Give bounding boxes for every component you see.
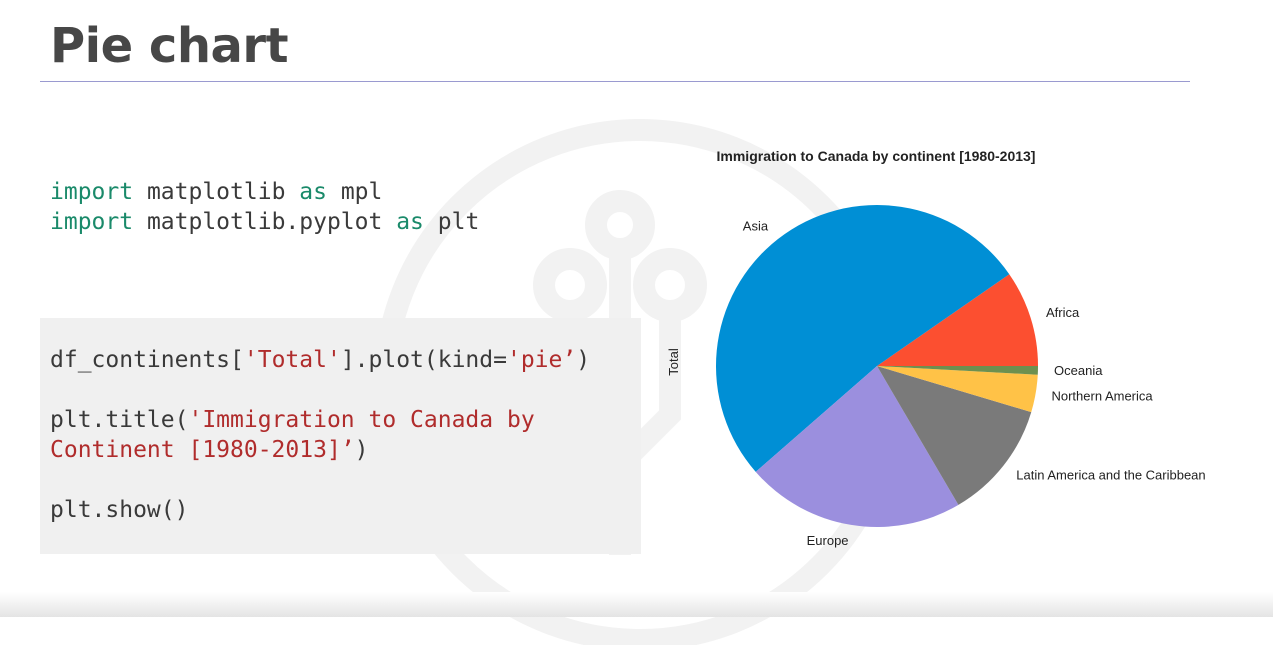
bottom-edge bbox=[0, 592, 1273, 617]
page-title: Pie chart bbox=[50, 18, 289, 74]
plot-code-block: df_continents['Total'].plot(kind='pie’) … bbox=[40, 318, 641, 554]
slice-label: Europe bbox=[807, 533, 849, 548]
y-axis-label: Total bbox=[666, 348, 681, 376]
code-line-show: plt.show() bbox=[50, 495, 188, 525]
code-line-title-1: plt.title('Immigration to Canada by bbox=[50, 405, 535, 435]
code-token: 'pie’ bbox=[506, 347, 577, 373]
code-token: mpl bbox=[326, 179, 383, 205]
import-code-block: import matplotlib as mpl import matplotli… bbox=[50, 177, 479, 237]
slice-label: Northern America bbox=[1051, 388, 1153, 403]
slice-label: Asia bbox=[743, 218, 769, 233]
code-token: plt.title( bbox=[50, 407, 189, 433]
code-line-plot: df_continents['Total'].plot(kind='pie’) bbox=[50, 345, 590, 375]
pie-chart: Immigration to Canada by continent [1980… bbox=[666, 148, 1206, 548]
code-token: Continent [1980-2013]’ bbox=[50, 437, 355, 463]
code-token: 'Total' bbox=[243, 347, 341, 373]
slice-label: Latin America and the Caribbean bbox=[1016, 467, 1205, 482]
code-token: ].plot(kind= bbox=[340, 347, 507, 373]
slice-label: Oceania bbox=[1054, 363, 1103, 378]
code-token: ) bbox=[576, 347, 591, 373]
chart-title: Immigration to Canada by continent [1980… bbox=[717, 148, 1036, 164]
code-token: plt.show() bbox=[50, 497, 189, 523]
code-token: as bbox=[299, 179, 327, 205]
code-token: df_continents[ bbox=[50, 347, 244, 373]
code-token: import bbox=[50, 179, 134, 205]
slice-label: Africa bbox=[1046, 305, 1080, 320]
code-token: matplotlib.pyplot bbox=[133, 209, 397, 235]
code-token: import bbox=[50, 209, 134, 235]
code-line-import: import matplotlib as mpl bbox=[50, 177, 479, 207]
code-line-title-2: Continent [1980-2013]’) bbox=[50, 435, 369, 465]
code-token: plt bbox=[423, 209, 480, 235]
code-token: matplotlib bbox=[133, 179, 300, 205]
code-token: as bbox=[396, 209, 424, 235]
code-token: 'Immigration to Canada by bbox=[188, 407, 535, 433]
code-token: ) bbox=[354, 437, 369, 463]
code-line-import: import matplotlib.pyplot as plt bbox=[50, 207, 479, 237]
title-divider bbox=[40, 81, 1190, 82]
